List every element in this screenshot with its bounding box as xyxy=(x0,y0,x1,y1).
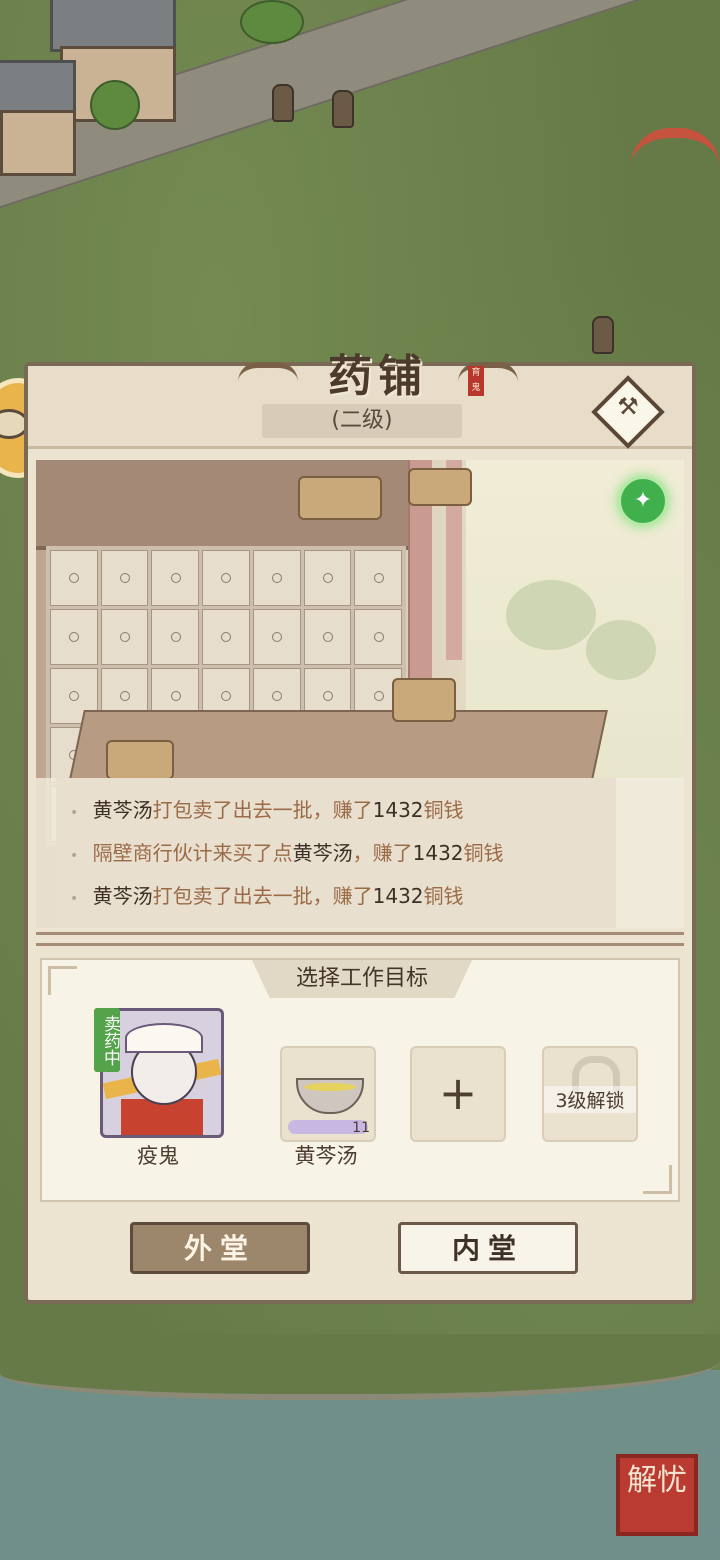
section-divider xyxy=(36,932,684,946)
sales-log: 黄芩汤打包卖了出去一批，赚了1432铜钱 隔壁商行伙计来买了点黄芩汤，赚了143… xyxy=(36,778,684,928)
worker-status-badge: 卖药中 xyxy=(94,1008,120,1072)
house xyxy=(0,110,76,176)
title-stamp: 育鬼 xyxy=(468,366,484,396)
soup-bowl-icon xyxy=(296,1078,364,1114)
product-slot[interactable]: 11 xyxy=(280,1046,376,1142)
worker-name: 疫鬼 xyxy=(137,1144,179,1168)
unlock-requirement: 3级解锁 xyxy=(544,1086,636,1113)
corner-seal-button[interactable]: 解忧 xyxy=(616,1454,698,1536)
herb-bundle xyxy=(298,476,382,520)
herb-bundle xyxy=(392,678,456,722)
log-line: 黄芩汤打包卖了出去一批，赚了1432铜钱 xyxy=(70,790,684,833)
shop-level: (二级) xyxy=(262,404,462,438)
dragon-decoration xyxy=(630,128,720,178)
house-roof xyxy=(0,60,76,116)
gift-icon[interactable]: ✦ xyxy=(618,476,668,526)
villager-npc[interactable] xyxy=(272,84,294,122)
villager-npc[interactable] xyxy=(332,90,354,128)
tree xyxy=(90,80,140,130)
corner-ornament xyxy=(48,966,77,995)
corner-ornament xyxy=(643,1165,672,1194)
outer-hall-button[interactable]: 外堂 xyxy=(130,1222,310,1274)
hammer-icon: ⚒ xyxy=(617,392,639,421)
house-roof xyxy=(50,0,176,52)
product-count: 11 xyxy=(352,1120,370,1136)
work-target-section: 选择工作目标 卖药中 疫鬼 11 黄芩汤 + 3级解锁 xyxy=(40,958,680,1202)
inner-hall-button[interactable]: 内堂 xyxy=(398,1222,578,1274)
herb-bundle xyxy=(106,740,174,780)
product-name: 黄芩汤 xyxy=(294,1144,358,1168)
tree xyxy=(240,0,304,44)
title-banner: 药铺 育鬼 xyxy=(238,336,518,408)
herb-bundle xyxy=(408,468,472,506)
bush xyxy=(586,620,656,680)
log-line: 隔壁商行伙计来买了点黄芩汤，赚了1432铜钱 xyxy=(70,833,684,876)
villager-npc[interactable] xyxy=(592,316,614,354)
willow-tree xyxy=(506,580,596,650)
add-slot-button[interactable]: + xyxy=(410,1046,506,1142)
panel-header: 药铺 育鬼 (二级) ⚒ xyxy=(28,351,692,449)
shop-panel: 药铺 育鬼 (二级) ⚒ ✦ 黄芩汤打包卖了出 xyxy=(24,351,696,1304)
locked-slot[interactable]: 3级解锁 xyxy=(542,1046,638,1142)
plus-icon: + xyxy=(438,1066,478,1120)
log-line: 黄芩汤打包卖了出去一批，赚了1432铜钱 xyxy=(70,876,684,919)
work-target-title: 选择工作目标 xyxy=(252,960,472,998)
shop-scene: ✦ 黄芩汤打包卖了出去一批，赚了1432铜钱 隔壁商行伙计来买了点黄芩汤，赚了1… xyxy=(36,460,684,928)
upgrade-button[interactable]: ⚒ xyxy=(591,375,665,449)
